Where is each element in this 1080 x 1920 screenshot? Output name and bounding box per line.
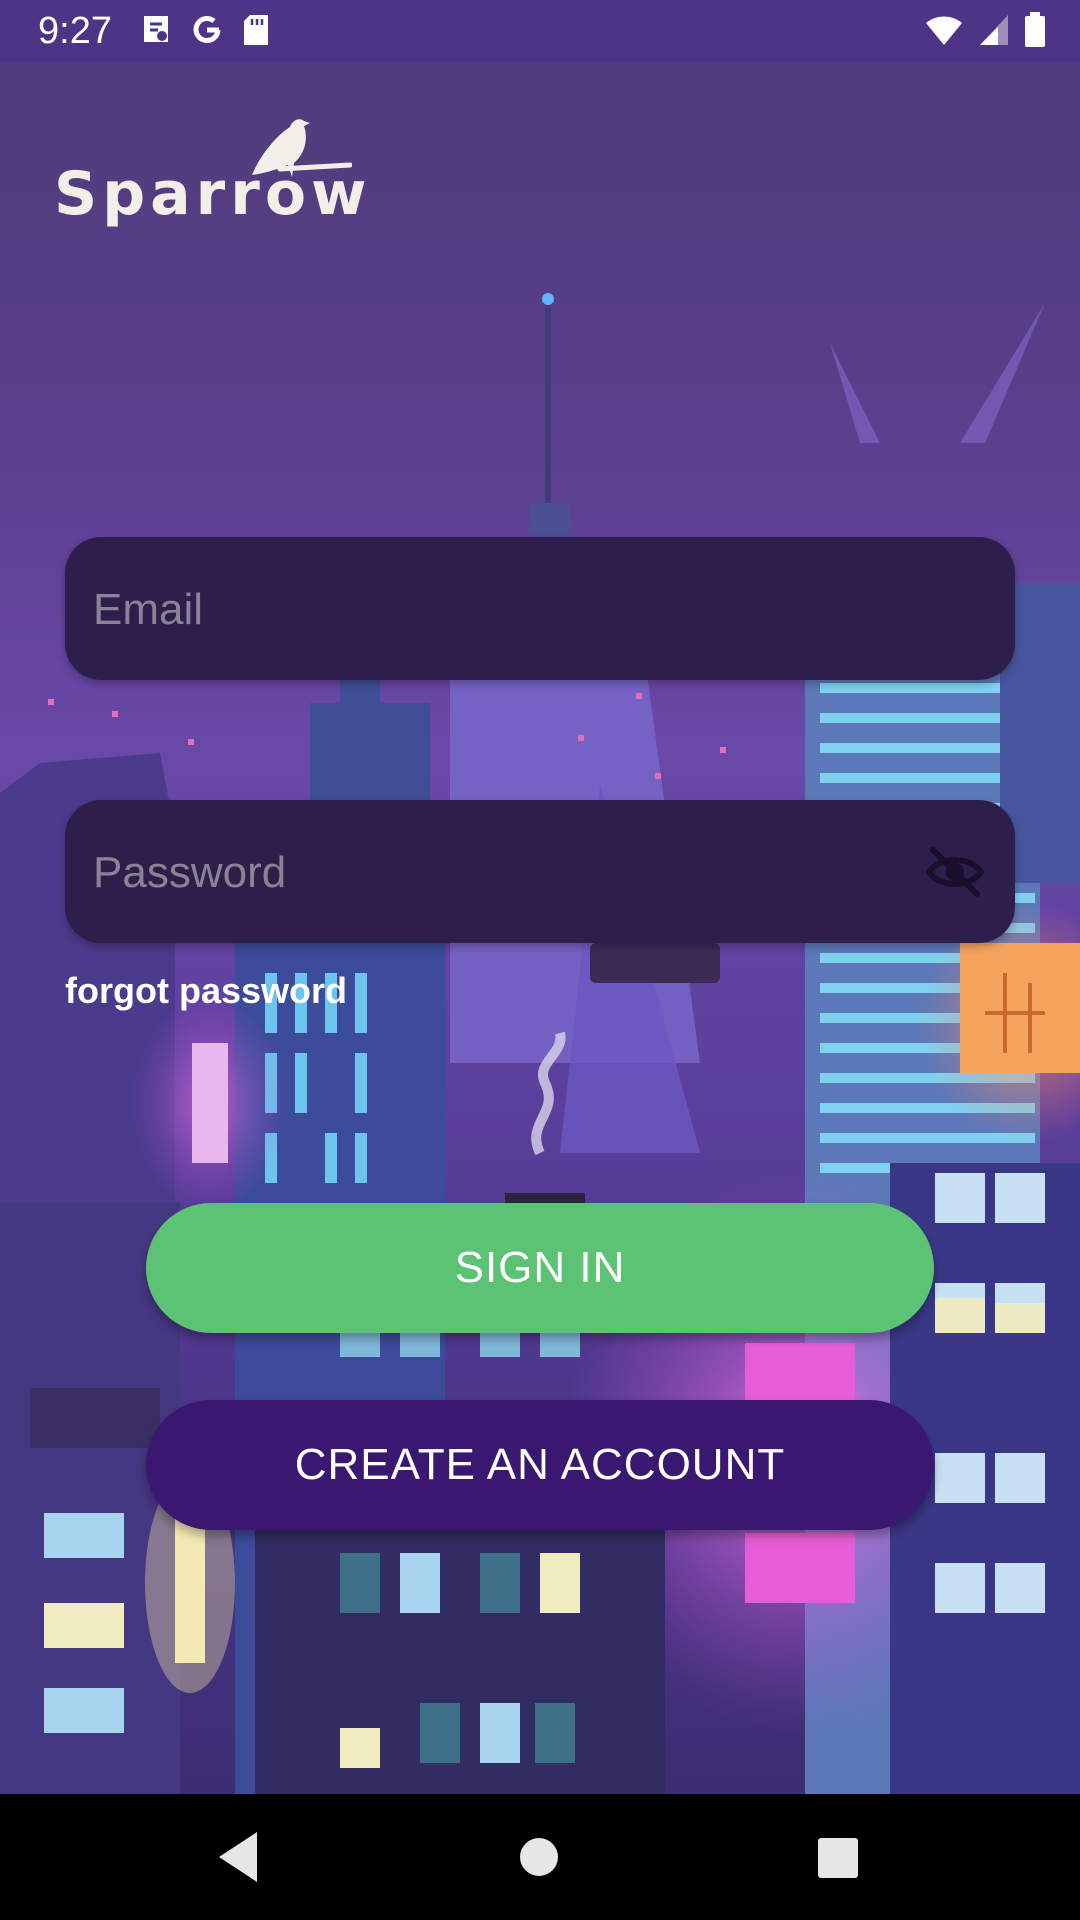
status-system-icons bbox=[924, 12, 1046, 48]
battery-icon bbox=[1024, 12, 1046, 48]
create-account-button[interactable]: CREATE AN ACCOUNT bbox=[146, 1400, 934, 1530]
home-icon[interactable] bbox=[506, 1824, 572, 1890]
password-field[interactable] bbox=[65, 800, 1015, 945]
email-field[interactable] bbox=[65, 537, 1015, 682]
sign-in-button[interactable]: SIGN IN bbox=[146, 1203, 934, 1333]
recents-icon[interactable] bbox=[804, 1824, 870, 1890]
maps-icon bbox=[140, 12, 172, 48]
status-bar: 9:27 bbox=[0, 0, 1080, 63]
wifi-icon bbox=[924, 13, 964, 47]
eye-off-icon[interactable] bbox=[925, 844, 985, 900]
sd-card-icon bbox=[242, 13, 270, 47]
logo-text: Sparrow bbox=[54, 159, 372, 229]
navigation-bar bbox=[0, 1794, 1080, 1920]
back-icon[interactable] bbox=[207, 1824, 273, 1890]
signal-icon bbox=[978, 13, 1010, 47]
app-logo: Sparrow bbox=[52, 115, 366, 235]
password-input[interactable] bbox=[91, 800, 915, 945]
forgot-password-link[interactable]: forgot password bbox=[65, 970, 347, 1012]
email-input[interactable] bbox=[91, 537, 915, 682]
status-notification-icons bbox=[140, 12, 270, 48]
google-icon bbox=[190, 13, 224, 47]
status-time: 9:27 bbox=[38, 10, 112, 52]
